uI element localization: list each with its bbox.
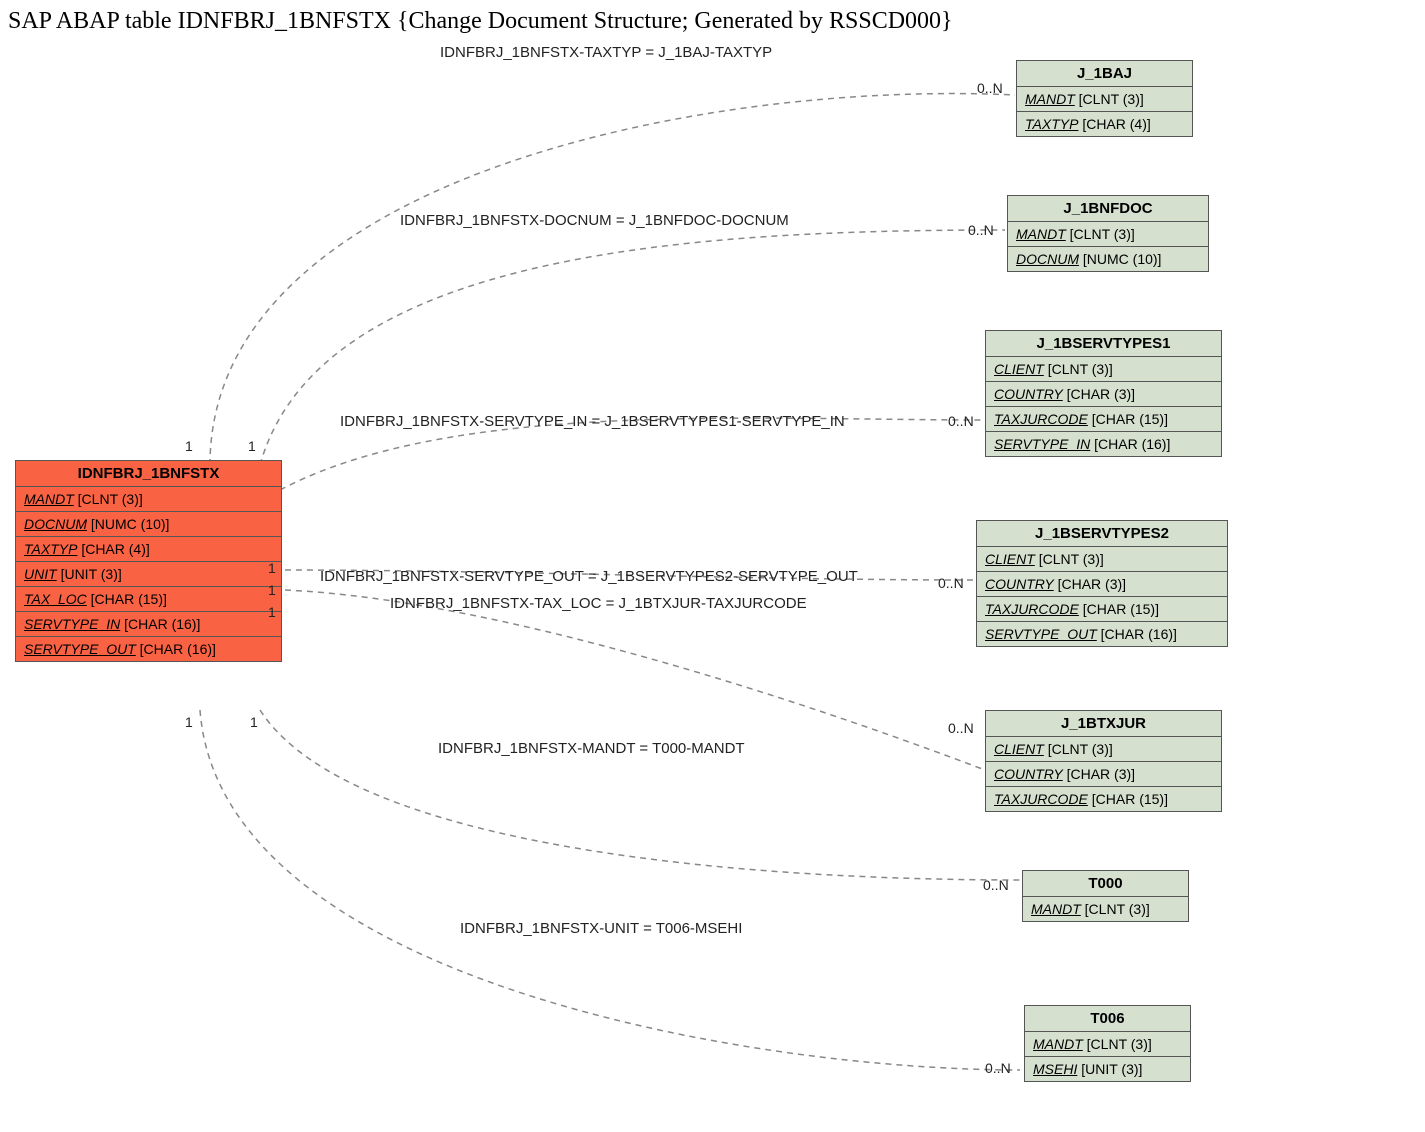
entity-field: TAXTYP [CHAR (4)] (1017, 112, 1192, 136)
cardinality: 0..N (948, 413, 974, 429)
entity-field: MANDT [CLNT (3)] (16, 487, 281, 512)
entity-header: J_1BTXJUR (986, 711, 1221, 737)
entity-header: J_1BSERVTYPES1 (986, 331, 1221, 357)
entity-j1btxjur: J_1BTXJUR CLIENT [CLNT (3)] COUNTRY [CHA… (985, 710, 1222, 812)
entity-header: J_1BSERVTYPES2 (977, 521, 1227, 547)
entity-field: SERVTYPE_OUT [CHAR (16)] (977, 622, 1227, 646)
relation-label: IDNFBRJ_1BNFSTX-MANDT = T000-MANDT (438, 740, 745, 757)
relation-label: IDNFBRJ_1BNFSTX-UNIT = T006-MSEHI (460, 920, 742, 937)
cardinality: 1 (248, 438, 256, 454)
entity-field: CLIENT [CLNT (3)] (986, 737, 1221, 762)
entity-field: SERVTYPE_IN [CHAR (16)] (986, 432, 1221, 456)
entity-field: CLIENT [CLNT (3)] (977, 547, 1227, 572)
entity-field: MANDT [CLNT (3)] (1025, 1032, 1190, 1057)
entity-main: IDNFBRJ_1BNFSTX MANDT [CLNT (3)] DOCNUM … (15, 460, 282, 662)
entity-field: CLIENT [CLNT (3)] (986, 357, 1221, 382)
entity-field: TAXJURCODE [CHAR (15)] (986, 407, 1221, 432)
entity-t000: T000 MANDT [CLNT (3)] (1022, 870, 1189, 922)
relation-label: IDNFBRJ_1BNFSTX-SERVTYPE_OUT = J_1BSERVT… (320, 568, 858, 585)
entity-field: COUNTRY [CHAR (3)] (986, 382, 1221, 407)
entity-field: SERVTYPE_IN [CHAR (16)] (16, 612, 281, 637)
page-title: SAP ABAP table IDNFBRJ_1BNFSTX {Change D… (8, 8, 953, 35)
cardinality: 1 (250, 714, 258, 730)
entity-field: TAX_LOC [CHAR (15)] (16, 587, 281, 612)
cardinality: 0..N (948, 720, 974, 736)
entity-field: MSEHI [UNIT (3)] (1025, 1057, 1190, 1081)
relation-label: IDNFBRJ_1BNFSTX-SERVTYPE_IN = J_1BSERVTY… (340, 413, 845, 430)
entity-field: COUNTRY [CHAR (3)] (986, 762, 1221, 787)
cardinality: 1 (268, 582, 276, 598)
entity-field: COUNTRY [CHAR (3)] (977, 572, 1227, 597)
cardinality: 0..N (983, 877, 1009, 893)
relation-label: IDNFBRJ_1BNFSTX-TAXTYP = J_1BAJ-TAXTYP (440, 44, 772, 61)
cardinality: 1 (268, 604, 276, 620)
cardinality: 1 (185, 438, 193, 454)
entity-j1bnfdoc: J_1BNFDOC MANDT [CLNT (3)] DOCNUM [NUMC … (1007, 195, 1209, 272)
cardinality: 0..N (938, 575, 964, 591)
entity-j1bservtypes1: J_1BSERVTYPES1 CLIENT [CLNT (3)] COUNTRY… (985, 330, 1222, 457)
cardinality: 1 (268, 560, 276, 576)
entity-header: J_1BNFDOC (1008, 196, 1208, 222)
entity-field: TAXJURCODE [CHAR (15)] (986, 787, 1221, 811)
entity-field: MANDT [CLNT (3)] (1008, 222, 1208, 247)
relation-label: IDNFBRJ_1BNFSTX-DOCNUM = J_1BNFDOC-DOCNU… (400, 212, 789, 229)
entity-j1baj: J_1BAJ MANDT [CLNT (3)] TAXTYP [CHAR (4)… (1016, 60, 1193, 137)
entity-field: SERVTYPE_OUT [CHAR (16)] (16, 637, 281, 661)
entity-header: J_1BAJ (1017, 61, 1192, 87)
cardinality: 0..N (968, 222, 994, 238)
entity-main-header: IDNFBRJ_1BNFSTX (16, 461, 281, 487)
entity-field: DOCNUM [NUMC (10)] (16, 512, 281, 537)
cardinality: 1 (185, 714, 193, 730)
cardinality: 0..N (977, 80, 1003, 96)
entity-field: TAXTYP [CHAR (4)] (16, 537, 281, 562)
entity-field: MANDT [CLNT (3)] (1017, 87, 1192, 112)
entity-header: T000 (1023, 871, 1188, 897)
entity-header: T006 (1025, 1006, 1190, 1032)
entity-field: TAXJURCODE [CHAR (15)] (977, 597, 1227, 622)
entity-t006: T006 MANDT [CLNT (3)] MSEHI [UNIT (3)] (1024, 1005, 1191, 1082)
relation-label: IDNFBRJ_1BNFSTX-TAX_LOC = J_1BTXJUR-TAXJ… (390, 595, 807, 612)
entity-field: MANDT [CLNT (3)] (1023, 897, 1188, 921)
entity-field: DOCNUM [NUMC (10)] (1008, 247, 1208, 271)
cardinality: 0..N (985, 1060, 1011, 1076)
entity-field: UNIT [UNIT (3)] (16, 562, 281, 587)
entity-j1bservtypes2: J_1BSERVTYPES2 CLIENT [CLNT (3)] COUNTRY… (976, 520, 1228, 647)
